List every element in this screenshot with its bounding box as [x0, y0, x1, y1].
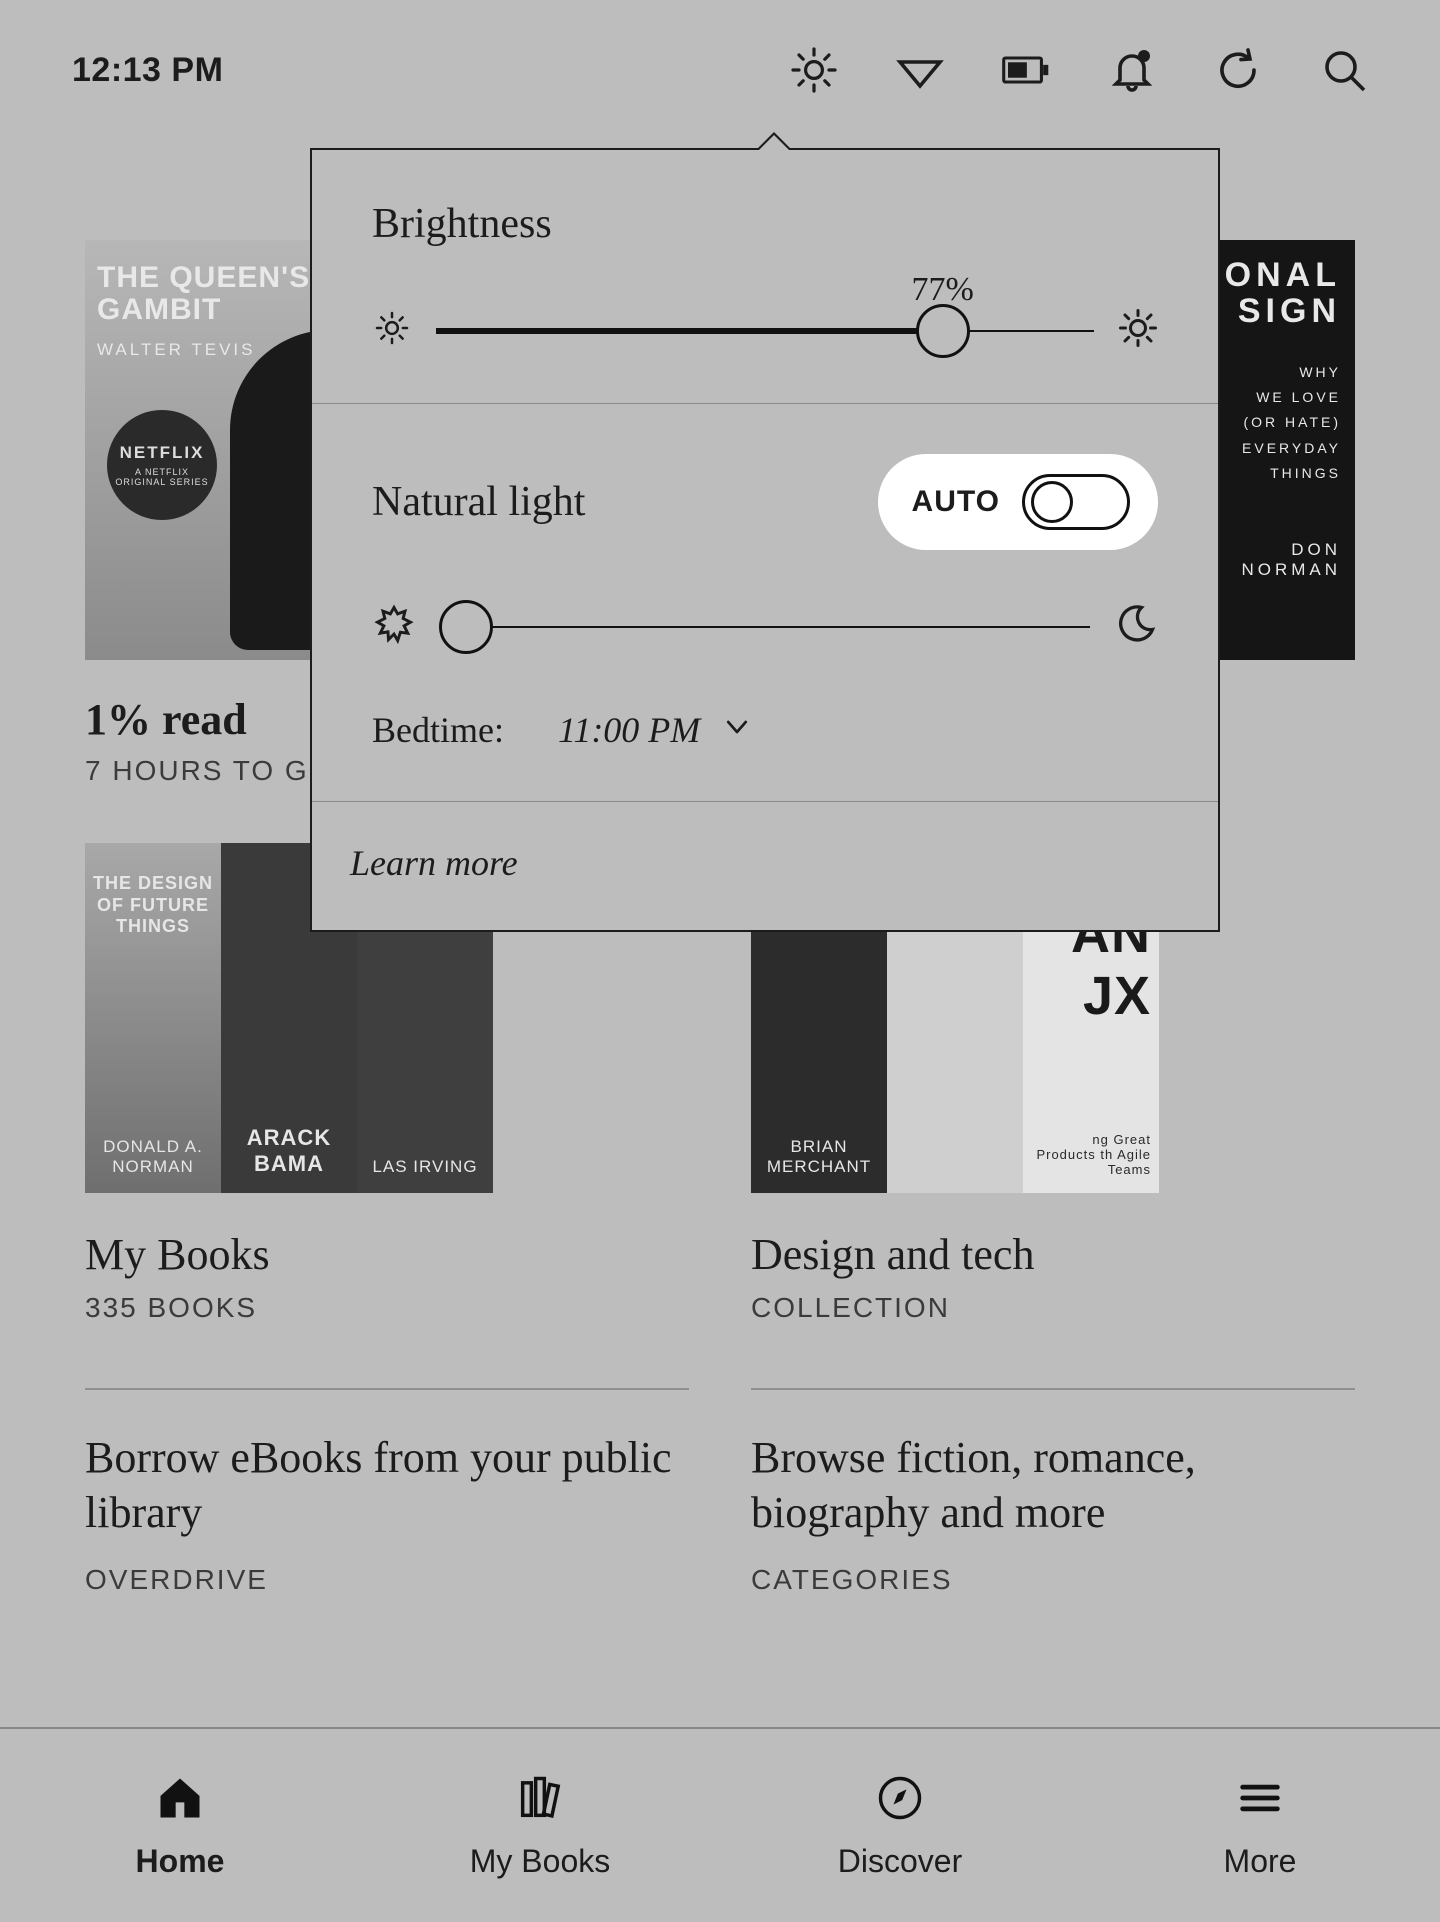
bedtime-value: 11:00 PM [558, 709, 700, 751]
brightness-section: Brightness 77% [312, 150, 1218, 403]
shelf-title: My Books [85, 1229, 689, 1280]
toggle-knob [1031, 481, 1073, 523]
learn-more-label: Learn more [350, 843, 518, 883]
bottom-nav: Home My Books Discover More [0, 1727, 1440, 1922]
notifications-icon[interactable] [1108, 46, 1156, 94]
sun-outline-icon [372, 602, 416, 651]
book-cover-emotional-design[interactable]: ONAL SIGN WHY WE LOVE (OR HATE) EVERYDAY… [1215, 240, 1355, 660]
brightness-low-icon [372, 308, 412, 353]
link-subtitle: CATEGORIES [751, 1564, 1355, 1596]
search-icon[interactable] [1320, 46, 1368, 94]
chevron-down-icon [722, 709, 752, 751]
status-icons [790, 46, 1368, 94]
brightness-high-icon [1118, 308, 1158, 353]
clock: 12:13 PM [72, 51, 223, 90]
brightness-slider[interactable]: 77% [436, 329, 1094, 333]
status-bar: 12:13 PM [0, 0, 1440, 140]
shelf-title: Design and tech [751, 1229, 1355, 1280]
moon-icon [1114, 602, 1158, 651]
popup-arrow [756, 132, 792, 150]
brightness-heading: Brightness [372, 200, 1158, 248]
nav-discover[interactable]: Discover [720, 1729, 1080, 1922]
bedtime-dropdown[interactable]: 11:00 PM [558, 709, 752, 751]
home-icon [154, 1772, 206, 1829]
sync-icon[interactable] [1214, 46, 1262, 94]
shelf-subtitle: COLLECTION [751, 1292, 1355, 1324]
nav-label: My Books [470, 1843, 610, 1880]
nav-my-books[interactable]: My Books [360, 1729, 720, 1922]
compass-icon [874, 1772, 926, 1829]
brightness-icon[interactable] [790, 46, 838, 94]
natural-light-slider-thumb[interactable] [439, 600, 493, 654]
link-title: Browse fiction, romance, biography and m… [751, 1430, 1355, 1540]
nav-label: Home [136, 1843, 225, 1880]
books-icon [514, 1772, 566, 1829]
brightness-slider-thumb[interactable] [916, 304, 970, 358]
brightness-popup: Brightness 77% [310, 148, 1220, 932]
book-cover[interactable]: THE DESIGN OF FUTURE THINGS DONALD A. NO… [85, 843, 221, 1193]
nav-home[interactable]: Home [0, 1729, 360, 1922]
nav-label: More [1224, 1843, 1297, 1880]
link-title: Borrow eBooks from your public library [85, 1430, 689, 1540]
auto-label: AUTO [912, 485, 1000, 519]
natural-light-slider[interactable] [440, 626, 1090, 628]
wifi-icon[interactable] [896, 46, 944, 94]
nav-label: Discover [838, 1843, 962, 1880]
shelf-subtitle: 335 BOOKS [85, 1292, 689, 1324]
natural-light-auto-toggle[interactable]: AUTO [878, 454, 1158, 550]
nav-more[interactable]: More [1080, 1729, 1440, 1922]
menu-icon [1234, 1772, 1286, 1829]
link-subtitle: OVERDRIVE [85, 1564, 689, 1596]
natural-light-heading: Natural light [372, 478, 585, 526]
bedtime-label: Bedtime: [372, 709, 504, 751]
battery-icon[interactable] [1002, 46, 1050, 94]
netflix-badge: NETFLIX A NETFLIX ORIGINAL SERIES [107, 410, 217, 520]
toggle-switch[interactable] [1022, 474, 1130, 530]
natural-light-section: Natural light AUTO [312, 404, 1218, 801]
link-overdrive[interactable]: Borrow eBooks from your public library O… [85, 1388, 689, 1596]
link-categories[interactable]: Browse fiction, romance, biography and m… [751, 1388, 1355, 1596]
learn-more-link[interactable]: Learn more [312, 802, 1218, 930]
